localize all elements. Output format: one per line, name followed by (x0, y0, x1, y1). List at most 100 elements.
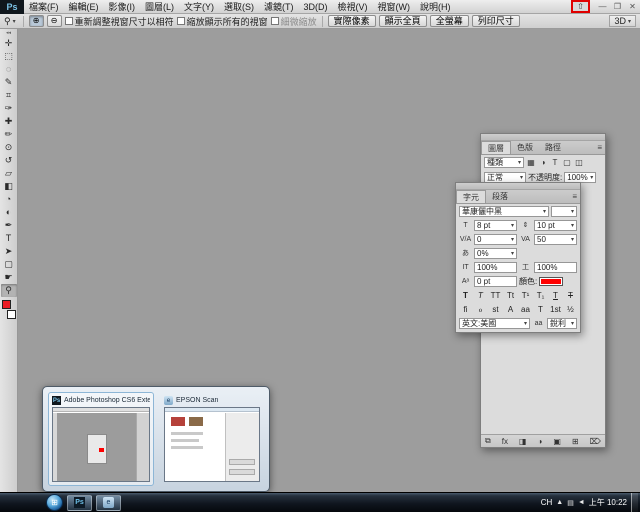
underline-button[interactable]: T (549, 291, 562, 300)
delete-layer-icon[interactable]: ⌦ (590, 437, 601, 446)
filter-type-layers-icon[interactable]: T (550, 158, 560, 167)
path-selection-tool-icon[interactable]: ➤ (1, 245, 17, 258)
healing-brush-tool-icon[interactable]: ✚ (1, 115, 17, 128)
highlighted-launch-icon[interactable]: ⇧ (577, 2, 584, 11)
tab-paragraph[interactable]: 段落 (486, 190, 514, 203)
baseline-shift-field[interactable]: 0 pt (474, 276, 517, 287)
panel-drag-bar[interactable] (456, 183, 580, 190)
contextual-alternates-button[interactable]: ℴ (474, 305, 487, 314)
tab-character[interactable]: 字元 (456, 190, 486, 203)
actual-pixels-button[interactable]: 實際像素 (328, 15, 376, 27)
brush-tool-icon[interactable]: ✏ (1, 128, 17, 141)
clone-stamp-tool-icon[interactable]: ⊙ (1, 141, 17, 154)
menu-edit[interactable]: 編輯(E) (64, 0, 104, 14)
network-icon[interactable]: ▤ (567, 499, 574, 507)
zoom-tool-icon[interactable]: ⚲ (1, 284, 17, 297)
faux-bold-button[interactable]: T (459, 291, 472, 300)
foreground-color-swatch[interactable] (2, 300, 11, 309)
resize-windows-checkbox[interactable]: 重新調整視窗尺寸以相符 (65, 15, 174, 28)
filter-pixel-layers-icon[interactable]: ▦ (526, 158, 536, 167)
panel-drag-bar[interactable] (481, 134, 605, 141)
gradient-tool-icon[interactable]: ◧ (1, 180, 17, 193)
subscript-button[interactable]: T₁ (534, 291, 547, 300)
menu-type[interactable]: 文字(Y) (179, 0, 219, 14)
filter-shape-layers-icon[interactable]: ▢ (562, 158, 572, 167)
dodge-tool-icon[interactable]: ◐ (1, 206, 17, 219)
fit-screen-button[interactable]: 顯示全頁 (379, 15, 427, 27)
stylistic-alternates-button[interactable]: aa (519, 305, 532, 314)
history-brush-tool-icon[interactable]: ↺ (1, 154, 17, 167)
volume-icon[interactable]: ◄ (578, 499, 585, 506)
kerning-dropdown[interactable]: 0 (474, 234, 517, 245)
hand-tool-icon[interactable]: ☛ (1, 271, 17, 284)
all-caps-button[interactable]: TT (489, 291, 502, 300)
font-size-dropdown[interactable]: 8 pt (474, 220, 517, 231)
ordinals-button[interactable]: 1st (549, 305, 562, 314)
start-button[interactable]: ⊞ (46, 494, 63, 511)
menu-help[interactable]: 說明(H) (415, 0, 456, 14)
layer-group-icon[interactable]: ▣ (553, 437, 561, 446)
taskbar-button-epson-scan[interactable]: e (96, 495, 121, 511)
restore-button[interactable]: ❐ (610, 0, 625, 14)
ligatures-button[interactable]: ﬁ (459, 305, 472, 314)
tracking-dropdown[interactable]: 50 (534, 234, 577, 245)
quick-selection-tool-icon[interactable]: ✎ (1, 76, 17, 89)
menu-3d[interactable]: 3D(D) (299, 0, 333, 14)
photoshop-window-preview[interactable] (52, 407, 150, 482)
layer-style-icon[interactable]: fx (502, 437, 508, 446)
lasso-tool-icon[interactable]: ◌ (1, 63, 17, 76)
zoom-out-mode-button[interactable]: ⊖ (47, 15, 62, 27)
text-color-swatch[interactable] (539, 277, 563, 286)
epson-scan-window-preview[interactable] (164, 407, 260, 482)
zoom-tool-preset[interactable]: ⚲ (2, 16, 18, 27)
menu-view[interactable]: 檢視(V) (333, 0, 373, 14)
discretionary-ligatures-button[interactable]: st (489, 305, 502, 314)
tab-layers[interactable]: 圖層 (481, 141, 511, 154)
tab-paths[interactable]: 路徑 (539, 141, 567, 154)
shape-tool-icon[interactable]: ▢ (1, 258, 17, 271)
show-desktop-button[interactable] (631, 493, 638, 512)
blur-tool-icon[interactable]: ◔ (1, 193, 17, 206)
adjustment-layer-icon[interactable]: ◑ (538, 437, 543, 446)
menu-file[interactable]: 檔案(F) (24, 0, 64, 14)
font-style-dropdown[interactable] (551, 206, 577, 217)
close-button[interactable]: ✕ (625, 0, 640, 14)
menu-layer[interactable]: 圖層(L) (140, 0, 179, 14)
minimize-button[interactable]: — (595, 0, 610, 14)
layer-mask-icon[interactable]: ◨ (519, 437, 527, 446)
faux-italic-button[interactable]: T (474, 291, 487, 300)
fractions-button[interactable]: ½ (564, 305, 577, 314)
language-dropdown[interactable]: 英文:美國 (459, 318, 530, 329)
anti-alias-dropdown[interactable]: 銳利 (547, 318, 577, 329)
background-color-swatch[interactable] (7, 310, 16, 319)
taskbar-button-photoshop[interactable]: Ps (67, 495, 92, 511)
leading-dropdown[interactable]: 10 pt (534, 220, 577, 231)
thumbnail-photoshop[interactable]: Ps Adobe Photoshop CS6 Exten... (48, 392, 154, 486)
layer-filter-kind-dropdown[interactable]: 種類 (484, 157, 524, 168)
superscript-button[interactable]: T¹ (519, 291, 532, 300)
font-family-dropdown[interactable]: 華康儷中黑 (459, 206, 549, 217)
fill-screen-button[interactable]: 全螢幕 (430, 15, 469, 27)
thumbnail-epson-scan[interactable]: e EPSON Scan (160, 392, 264, 486)
zoom-all-windows-checkbox[interactable]: 縮放顯示所有的視窗 (177, 15, 268, 28)
filter-smart-objects-icon[interactable]: ◫ (574, 158, 584, 167)
tab-channels[interactable]: 色版 (511, 141, 539, 154)
small-caps-button[interactable]: Tt (504, 291, 517, 300)
menu-window[interactable]: 視窗(W) (373, 0, 416, 14)
panel-menu-icon[interactable]: ≡ (594, 141, 605, 154)
link-layers-icon[interactable]: ⧉ (485, 436, 491, 446)
clock[interactable]: 上午 10:22 (589, 497, 627, 508)
strikethrough-button[interactable]: T (564, 291, 577, 300)
menu-filter[interactable]: 濾鏡(T) (259, 0, 299, 14)
eraser-tool-icon[interactable]: ▱ (1, 167, 17, 180)
pen-tool-icon[interactable]: ✒ (1, 219, 17, 232)
panel-menu-icon[interactable]: ≡ (569, 190, 580, 203)
move-tool-icon[interactable]: ✛ (1, 37, 17, 50)
print-size-button[interactable]: 列印尺寸 (472, 15, 520, 27)
eyedropper-tool-icon[interactable]: ✑ (1, 102, 17, 115)
zoom-in-mode-button[interactable]: ⊕ (29, 15, 44, 27)
workspace-switcher[interactable]: 3D (609, 15, 636, 27)
show-hidden-icons-icon[interactable]: ▲ (556, 499, 563, 506)
language-indicator[interactable]: CH (541, 498, 553, 507)
horizontal-scale-field[interactable]: 100% (534, 262, 577, 273)
